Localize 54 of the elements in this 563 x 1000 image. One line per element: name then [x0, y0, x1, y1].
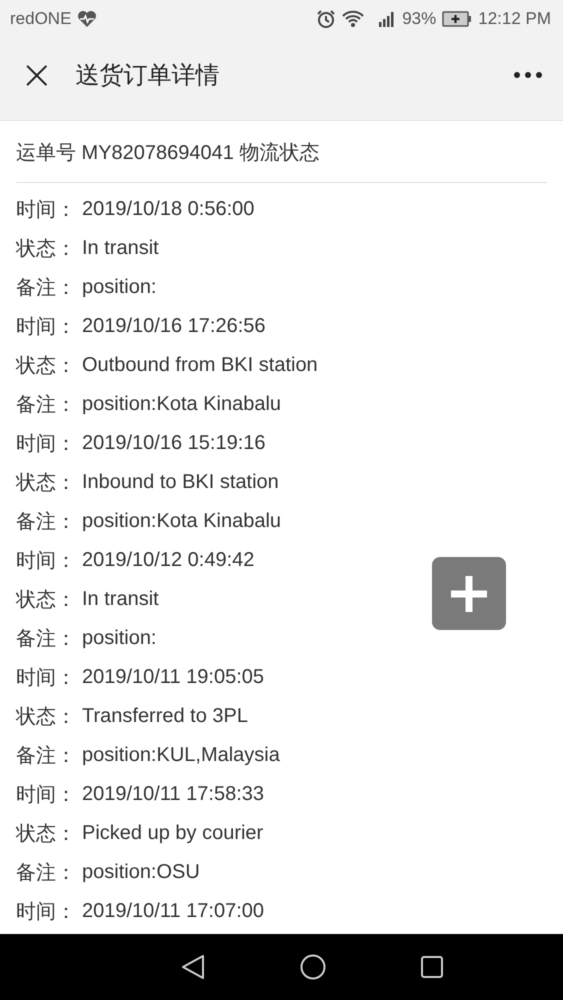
- time-label: 时间：: [16, 315, 77, 340]
- more-icon[interactable]: [513, 71, 543, 79]
- note-value: position:Kota Kinabalu: [82, 510, 282, 533]
- note-label: 备注：: [16, 744, 77, 769]
- time-label: 时间：: [16, 900, 77, 925]
- note-label: 备注：: [16, 861, 77, 886]
- page-title: 送货订单详情: [76, 61, 220, 91]
- status-label: 状态：: [16, 588, 77, 613]
- status-label: 状态：: [16, 237, 77, 262]
- wifi-icon: [342, 10, 364, 28]
- signal-icon: [378, 11, 396, 27]
- battery-percent: 93%: [402, 9, 436, 29]
- clock-time: 12:12 PM: [478, 9, 551, 29]
- time-label: 时间：: [16, 549, 77, 574]
- note-label: 备注：: [16, 627, 77, 652]
- note-value: position:KUL,Malaysia: [82, 744, 280, 767]
- note-value: position:: [82, 276, 156, 299]
- status-label: 状态：: [16, 471, 77, 496]
- note-value: position:Kota Kinabalu: [82, 393, 282, 416]
- time-label: 时间：: [16, 666, 77, 691]
- status-value: In transit: [82, 588, 159, 611]
- note-value: position:OSU: [82, 861, 200, 884]
- status-value: Picked up by courier: [82, 822, 264, 845]
- note-label: 备注：: [16, 393, 77, 418]
- note-value: position:: [82, 627, 156, 650]
- time-label: 时间：: [16, 432, 77, 457]
- status-label: 状态：: [16, 705, 77, 730]
- recents-icon[interactable]: [420, 956, 442, 978]
- status-value: Outbound from BKI station: [82, 354, 318, 377]
- close-button[interactable]: ×: [14, 55, 60, 95]
- time-value: 2019/10/16 15:19:16: [82, 432, 266, 455]
- home-icon[interactable]: [300, 954, 326, 980]
- time-label: 时间：: [16, 783, 77, 808]
- battery-icon: [442, 11, 472, 27]
- tracking-title: 运单号 MY82078694041 物流状态: [16, 141, 320, 166]
- heart-icon: [77, 10, 98, 28]
- time-value: 2019/10/11 19:05:05: [82, 666, 264, 689]
- back-icon[interactable]: [180, 954, 204, 980]
- note-label: 备注：: [16, 276, 77, 301]
- status-value: Inbound to BKI station: [82, 471, 279, 494]
- status-value: In transit: [82, 237, 159, 260]
- alarm-icon: [316, 9, 336, 29]
- time-label: 时间：: [16, 198, 77, 223]
- time-value: 2019/10/11 17:58:33: [82, 783, 264, 806]
- time-value: 2019/10/16 17:26:56: [82, 315, 266, 338]
- status-label: 状态：: [16, 354, 77, 379]
- status-label: 状态：: [16, 822, 77, 847]
- carrier-name: redONE: [10, 9, 72, 29]
- add-button[interactable]: [432, 557, 506, 630]
- note-label: 备注：: [16, 510, 77, 535]
- time-value: 2019/10/18 0:56:00: [82, 198, 254, 221]
- status-value: Transferred to 3PL: [82, 705, 248, 728]
- time-value: 2019/10/11 17:07:00: [82, 900, 264, 923]
- time-value: 2019/10/12 0:49:42: [82, 549, 254, 572]
